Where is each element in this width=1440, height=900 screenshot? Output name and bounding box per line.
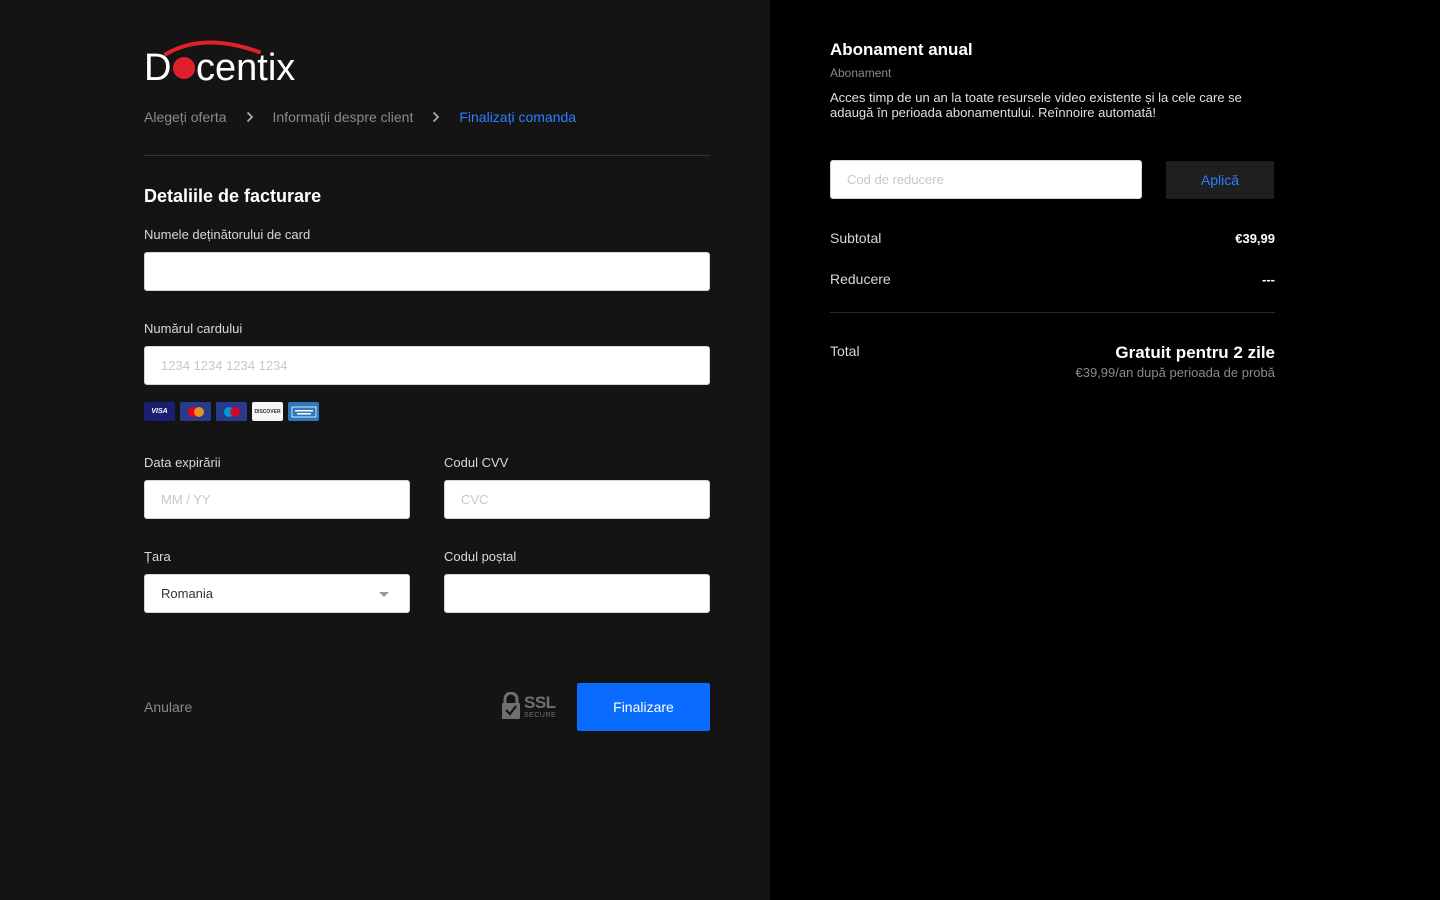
docentix-logo: D centix (144, 38, 319, 86)
svg-text:D: D (144, 47, 171, 86)
cardholder-name-input[interactable] (144, 252, 710, 291)
order-summary-panel (770, 0, 1440, 900)
postal-code-label: Codul poștal (444, 549, 517, 564)
plan-description: Acces timp de un an la toate resursele v… (830, 90, 1242, 120)
discount-code-input[interactable] (830, 160, 1142, 199)
postal-code-input[interactable] (444, 574, 710, 613)
subtotal-value: €39,99 (1235, 231, 1275, 246)
expiry-input[interactable] (144, 480, 410, 519)
chevron-right-icon (413, 111, 459, 123)
svg-text:centix: centix (196, 47, 295, 86)
total-note: €39,99/an după perioada de probă (1075, 365, 1275, 380)
maestro-icon (216, 402, 247, 421)
plan-title: Abonament anual (830, 40, 973, 59)
divider (144, 155, 710, 156)
subtotal-label: Subtotal (830, 230, 882, 246)
chevron-right-icon (227, 111, 273, 123)
cardholder-label: Numele deținătorului de card (144, 227, 311, 242)
divider (830, 312, 1275, 313)
discount-label: Reducere (830, 271, 891, 287)
amex-icon (288, 402, 319, 421)
caret-down-icon (379, 592, 389, 597)
breadcrumb-step-client-info[interactable]: Informații despre client (273, 109, 414, 125)
apply-coupon-button[interactable]: Aplică (1166, 161, 1274, 199)
card-brands: VISA DISCOVER (144, 402, 319, 421)
country-label: Țara (144, 549, 171, 564)
cvv-label: Codul CVV (444, 455, 509, 470)
mastercard-icon (180, 402, 211, 421)
checkout-form-panel: D centix Alegeți oferta Informații despr… (0, 0, 770, 900)
country-selected-value: Romania (161, 586, 214, 601)
card-number-input[interactable] (144, 346, 710, 385)
ssl-label: SSL (524, 692, 556, 712)
logo-graphic: D centix (144, 40, 295, 86)
country-select[interactable]: Romania (144, 574, 410, 613)
cancel-link[interactable]: Anulare (144, 699, 192, 715)
expiry-label: Data expirării (144, 455, 221, 470)
breadcrumb-step-offer[interactable]: Alegeți oferta (144, 109, 227, 125)
ssl-sub-label: SECURE (524, 711, 557, 719)
card-number-label: Numărul cardului (144, 321, 243, 336)
finalize-button[interactable]: Finalizare (577, 683, 710, 731)
discover-icon: DISCOVER (252, 402, 283, 421)
cvv-input[interactable] (444, 480, 710, 519)
breadcrumb: Alegeți oferta Informații despre client … (144, 109, 576, 125)
breadcrumb-step-finalize: Finalizați comanda (459, 109, 577, 125)
total-label: Total (830, 343, 860, 359)
lock-icon (502, 692, 520, 719)
visa-icon: VISA (144, 402, 175, 421)
total-value: Gratuit pentru 2 zile (1115, 343, 1275, 362)
ssl-secure-badge: SSL SECURE (501, 692, 556, 720)
plan-type: Abonament (830, 66, 892, 80)
billing-title: Detaliile de facturare (144, 186, 322, 206)
discount-value: --- (1262, 272, 1275, 287)
